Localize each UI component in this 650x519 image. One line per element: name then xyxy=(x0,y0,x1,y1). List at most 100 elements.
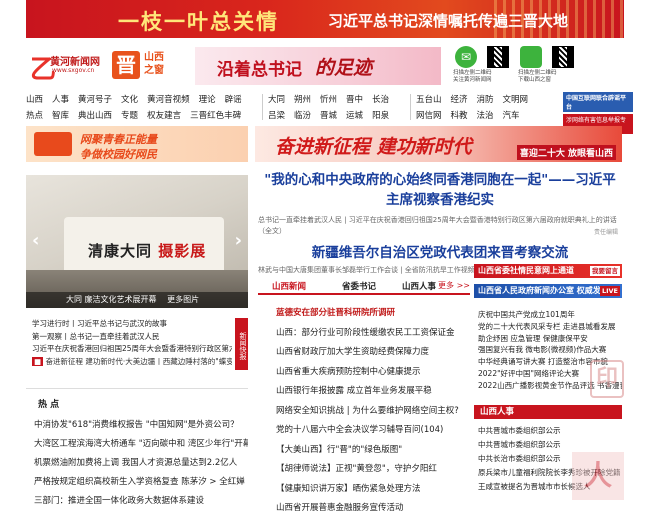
shanxi-window-logo[interactable]: 晋 山西 之窗 xyxy=(112,47,186,85)
list-item[interactable]: 山西省重大疾病预防控制中心健康提示 xyxy=(276,363,472,383)
nav-item[interactable]: 文化 xyxy=(121,92,138,108)
list-item[interactable]: 助企纾困 应急管理 保健康保平安 xyxy=(478,333,622,345)
personnel-seal-icon: 人 xyxy=(572,452,624,500)
tab-shanxi-news[interactable]: 山西新闻 xyxy=(272,279,306,293)
slide-prev-icon[interactable]: ‹ xyxy=(32,230,39,251)
main-nav-group-2: 大同 朔州 忻州 晋中 长治 吕梁 临汾 晋城 运城 阳泉 xyxy=(268,92,398,124)
list-item[interactable]: 学习进行时丨习近平总书记与武汉的故事 xyxy=(32,318,232,331)
nav-city[interactable]: 运城 xyxy=(346,108,363,124)
slide-calligraphy: 清康大同 摄影展 xyxy=(88,240,206,261)
list-item[interactable]: 中共晋城市委组织部公示 xyxy=(478,424,622,438)
hot-divider xyxy=(26,388,248,389)
slide-caption[interactable]: 大同 廉洁文化艺术展开幕 更多图片 xyxy=(26,292,248,308)
headline2-summary[interactable]: 林武与中国大唐集团董事长邹磊举行工作会谈 | 全省防汛抗旱工作视频会议 xyxy=(258,265,482,275)
nav-city[interactable]: 忻州 xyxy=(320,92,337,108)
nav-channel[interactable]: 文明网 xyxy=(503,92,529,108)
list-item[interactable]: 【大美山西】行"晋"的"绿色版图" xyxy=(276,441,472,461)
list-item[interactable]: 大湾区工程滨海湾大桥通车 "迈向碳中和 湾区少年行"开幕 xyxy=(34,435,248,454)
nav-item[interactable]: 黄河号子 xyxy=(78,92,112,108)
nav-row-2: 热点 智库 典出山西 专题 权友建言 三晋红色丰碑 xyxy=(26,108,251,124)
list-item[interactable]: 山西省开展普惠金融服务宣传活动 xyxy=(276,499,472,519)
nav-channel[interactable]: 汽车 xyxy=(503,108,520,124)
nav-city[interactable]: 临汾 xyxy=(294,108,311,124)
nav-item[interactable]: 三晋红色丰碑 xyxy=(190,108,241,124)
nav-city[interactable]: 吕梁 xyxy=(268,108,285,124)
seal-stamp-icon: 印 xyxy=(590,360,624,398)
nav-city[interactable]: 朔州 xyxy=(294,92,311,108)
list-item[interactable]: 三部门：推进全国一体化政务大数据体系建设 xyxy=(34,492,248,511)
nav-channel[interactable]: 消防 xyxy=(477,92,494,108)
nav-item[interactable]: 热点 xyxy=(26,108,43,124)
nav-item[interactable]: 典出山西 xyxy=(78,108,112,124)
ad-new-journey-banner[interactable]: 奋进新征程 建功新时代 喜迎二十大 放眼看山西 xyxy=(255,126,622,162)
list-item[interactable]: 党的二十大代表风采专栏 走进县城看发展 xyxy=(478,321,622,333)
list-item[interactable]: 山西省财政厅加大学生资助经费保障力度 xyxy=(276,343,472,363)
nav-city[interactable]: 大同 xyxy=(268,92,285,108)
nav-item[interactable]: 辟谣 xyxy=(225,92,242,108)
slide-more-link[interactable]: 更多图片 xyxy=(167,295,199,304)
headline-source: 责任编辑 xyxy=(593,229,618,236)
nav-channel[interactable]: 五台山 xyxy=(416,92,442,108)
nav-city[interactable]: 阳泉 xyxy=(372,108,389,124)
wechat-icon[interactable]: ✉ xyxy=(455,46,477,68)
nav-item[interactable]: 智库 xyxy=(52,108,69,124)
nav-channel[interactable]: 法治 xyxy=(477,108,494,124)
tab-shanxi-personnel[interactable]: 山西人事 xyxy=(402,279,436,293)
nav-item[interactable]: 人事 xyxy=(52,92,69,108)
list-item[interactable]: 中消协发"618"消费维权报告 "中国知网"是外资公司？ xyxy=(34,416,248,435)
list-item[interactable]: ■ 奋进新征程 建功新时代·大美边疆丨西藏边陲村落的"蝶变" xyxy=(32,356,232,369)
list-item[interactable]: 中共晋城市委组织部公示 xyxy=(478,438,622,452)
nav-row-1: 大同 朔州 忻州 晋中 长治 xyxy=(268,92,398,108)
nav-channel[interactable]: 网信网 xyxy=(416,108,442,124)
list-item[interactable]: 网络安全知识挑战 | 为什么要维护网络空间主权? xyxy=(276,402,472,422)
nav-city[interactable]: 晋中 xyxy=(346,92,363,108)
news-flash-tab[interactable]: 新闻快报 xyxy=(235,318,248,370)
list-item[interactable]: 山西银行年报披露 成立首年业务发展平稳 xyxy=(276,382,472,402)
list-item[interactable]: 【胡律师说法】正视"黄登忽"，守护夕阳红 xyxy=(276,460,472,480)
app-icon[interactable] xyxy=(520,46,542,68)
nav-item[interactable]: 专题 xyxy=(121,108,138,124)
press-office-banner[interactable]: 山西省人民政府新闻办公室 权威发布 LIVE xyxy=(474,284,622,298)
leave-message-button[interactable]: 我要留言 xyxy=(590,266,620,276)
slide-next-icon[interactable]: › xyxy=(235,230,242,251)
list-item[interactable]: 庆祝中国共产党成立101周年 xyxy=(478,309,622,321)
nav-channel[interactable]: 科教 xyxy=(451,108,468,124)
headline-title[interactable]: "我的心和中央政府的心始终同香港同胞在一起"——习近平主席视察香港纪实 xyxy=(258,170,622,210)
list-item[interactable]: 严格按规定组织高校新生入学资格复查 陈茅汐 > 全红婵 = 冠军 xyxy=(34,473,248,492)
nav-channel[interactable]: 经济 xyxy=(451,92,468,108)
shanxi-news-list: 蓝德安在部分驻晋科研院所调研 山西：部分行业可阶段性缓缴农民工工资保证金 山西省… xyxy=(276,304,472,519)
list-item[interactable]: 山西：部分行业可阶段性缓缴农民工工资保证金 xyxy=(276,324,472,344)
list-item-tag: ■ xyxy=(32,356,44,366)
public-opinion-banner[interactable]: 山西省委社情民意网上通道 我要留言 xyxy=(474,264,622,278)
qr-label-site: 扫描左侧二维码 关注黄河新闻网 xyxy=(453,70,492,83)
nav-item[interactable]: 权友建言 xyxy=(147,108,181,124)
ad-footsteps-banner[interactable]: 沿着总书记 的足迹 xyxy=(195,47,441,85)
ad-footsteps-text-1: 沿着总书记 xyxy=(217,60,302,80)
list-item[interactable]: 党的十八届六中全会决议学习辅导百问(104) xyxy=(276,421,472,441)
list-item[interactable]: 习近平在庆祝香港回归祖国25周年大会暨香港特别行政区第六届 xyxy=(32,343,232,356)
tabs-more-link[interactable]: 更多 >> xyxy=(438,280,470,291)
qr-code-site[interactable] xyxy=(487,46,509,68)
tab-provincial-secretary[interactable]: 省委书记 xyxy=(342,279,376,293)
top-banner[interactable]: 一枝一叶总关情 习近平总书记深情嘱托传遍三晋大地 xyxy=(26,0,624,38)
nav-item[interactable]: 黄河音视频 xyxy=(147,92,190,108)
nav-item[interactable]: 理论 xyxy=(199,92,216,108)
photo-slideshow[interactable]: 清康大同 摄影展 ‹ › 大同 廉洁文化艺术展开幕 更多图片 xyxy=(26,175,248,308)
site-logo[interactable]: 乙 黄河新闻网 www.sxgov.cn xyxy=(30,47,106,85)
list-item[interactable]: 机票燃油附加费将上调 我国人才资源总量达到2.2亿人 xyxy=(34,454,248,473)
ad-new-journey-tag: 喜迎二十大 放眼看山西 xyxy=(516,145,616,160)
list-item[interactable]: 强国复兴有我 微电影(微视频)作品大赛 xyxy=(478,344,622,356)
qr-code-app[interactable] xyxy=(552,46,574,68)
rumor-platform-logo[interactable]: 中国互联网联合辟谣平台 涉网络有害信息举报专区 xyxy=(563,92,633,134)
ad-youth-line-2: 争做校园好网民 xyxy=(80,148,157,161)
nav-item[interactable]: 山西 xyxy=(26,92,43,108)
list-item[interactable]: 第一观察丨总书记一直牵挂着武汉人民 xyxy=(32,331,232,344)
personnel-section-title[interactable]: 山西人事 xyxy=(474,405,622,419)
headline2-title[interactable]: 新疆维吾尔自治区党政代表团来晋考察交流 xyxy=(258,241,622,261)
list-item[interactable]: 【健康知识讲万家】晒伤紧急处理方法 xyxy=(276,480,472,500)
nav-city[interactable]: 长治 xyxy=(372,92,389,108)
nav-city[interactable]: 晋城 xyxy=(320,108,337,124)
headline-summary-text[interactable]: 总书记一直牵挂着武汉人民 | 习近平在庆祝香港回归祖国25周年大会暨香港特别行政… xyxy=(258,216,617,235)
ad-youth-banner[interactable]: 网聚青春正能量 争做校园好网民 xyxy=(26,126,248,162)
list-item[interactable]: 蓝德安在部分驻晋科研院所调研 xyxy=(276,304,472,324)
